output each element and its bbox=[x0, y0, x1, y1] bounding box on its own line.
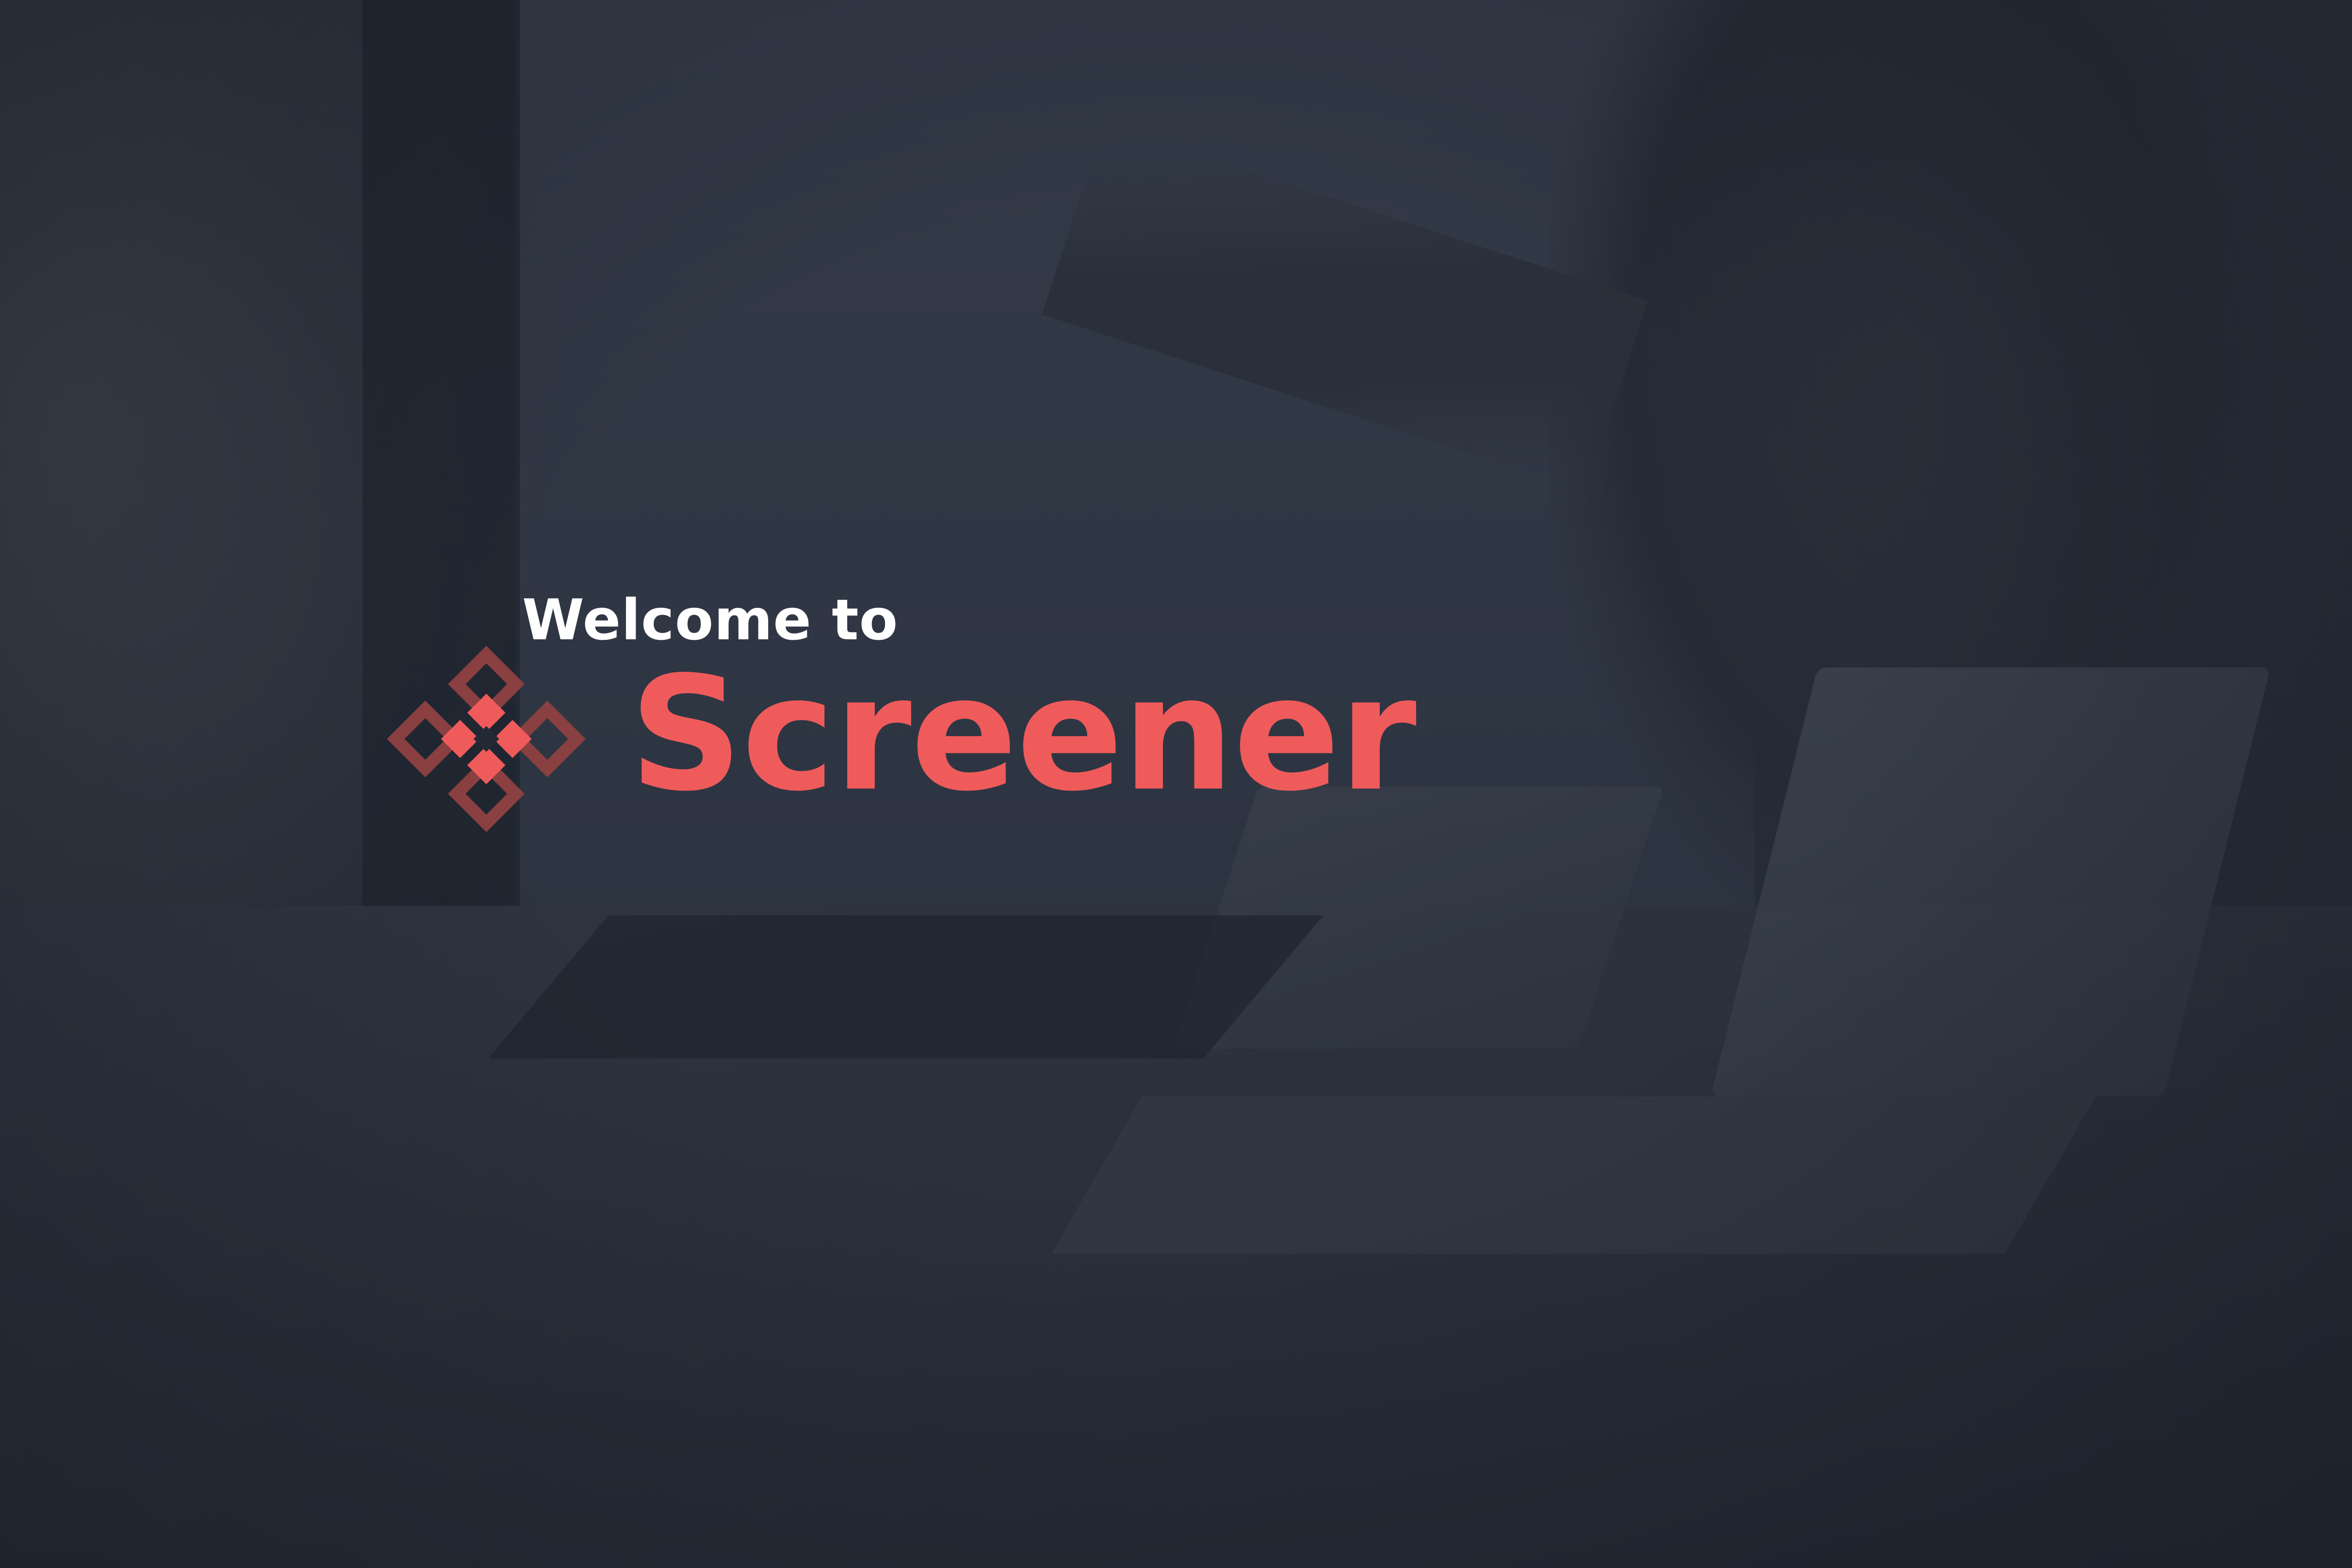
welcome-brand-block: Welcome to Screener bbox=[362, 586, 1697, 834]
welcome-splash-screen: Welcome to Screener bbox=[0, 0, 2352, 1568]
brand-name: Screener bbox=[629, 643, 1417, 826]
screener-diamond-logo-icon bbox=[362, 646, 610, 832]
